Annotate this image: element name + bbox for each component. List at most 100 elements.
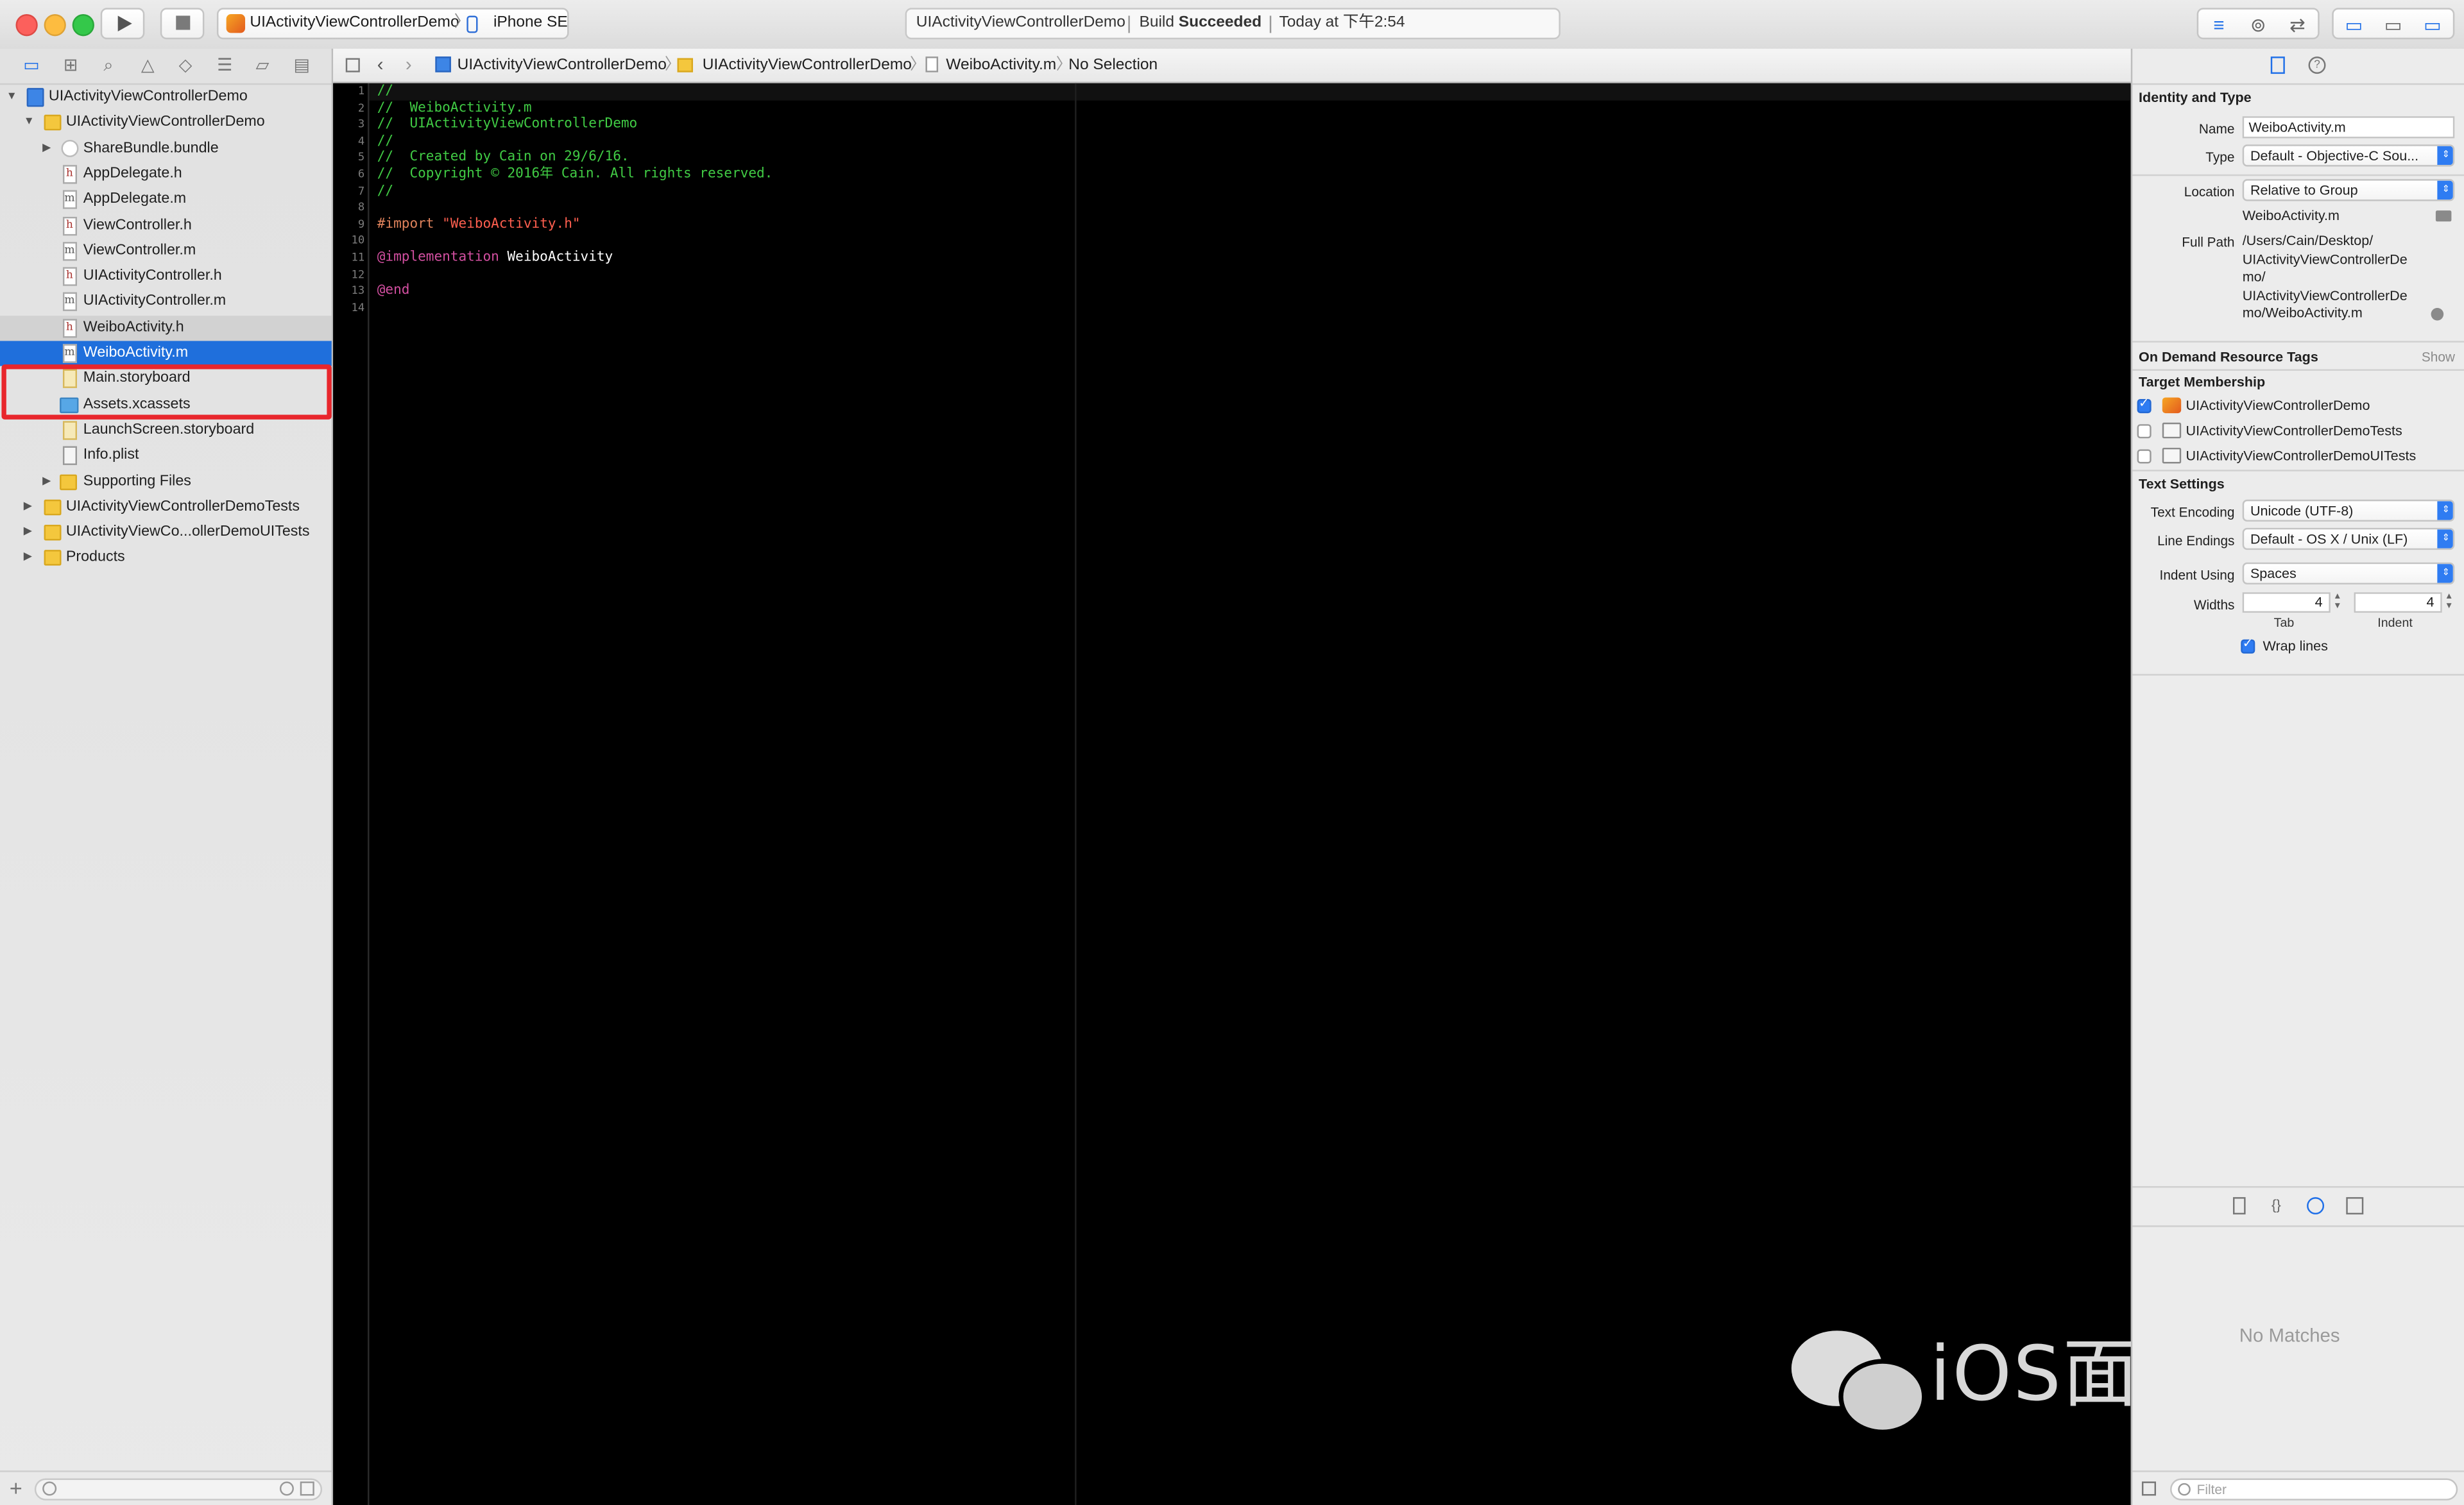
tree-row-project[interactable]: ▼ UIActivityViewControllerDemo <box>0 85 332 110</box>
utilities-toggle-icon[interactable]: ▭ <box>2414 14 2452 36</box>
object-library-icon[interactable] <box>2307 1197 2325 1215</box>
file-inspector-icon[interactable] <box>2270 56 2285 74</box>
location-popup[interactable]: Relative to Group ⇕ <box>2242 179 2455 201</box>
test-navigator-icon[interactable]: ◇ <box>173 55 198 77</box>
code-line-7[interactable]: // <box>377 183 393 200</box>
tab-width-stepper[interactable]: ▲ ▼ <box>2332 592 2343 613</box>
line-number: 4 <box>357 135 365 148</box>
grid-view-icon[interactable] <box>2141 1481 2157 1496</box>
test-target-icon <box>2162 422 2182 439</box>
code-line-11[interactable]: @implementation WeiboActivity <box>377 250 613 266</box>
tree-row-label: UIActivityController.h <box>83 267 222 285</box>
tree-row-viewcontroller-h[interactable]: ViewController.h <box>0 213 332 238</box>
version-editor-icon[interactable]: ⇄ <box>2279 14 2316 36</box>
reveal-in-finder-icon[interactable] <box>2431 308 2444 321</box>
section-divider <box>2132 674 2464 676</box>
tree-row-uiactivitycontroller-m[interactable]: UIActivityController.m <box>0 290 332 315</box>
indent-width-field[interactable]: 4 <box>2354 592 2442 613</box>
disclosure-closed-icon[interactable]: ▶ <box>42 136 58 161</box>
breadcrumb-symbol[interactable]: No Selection <box>1068 49 1158 81</box>
debug-navigator-icon[interactable]: ☰ <box>212 55 237 77</box>
tree-row-supporting-files[interactable]: ▶ Supporting Files <box>0 469 332 494</box>
folder-navigator-icon[interactable]: ▭ <box>19 55 44 77</box>
assistant-editor-icon[interactable]: ⊚ <box>2239 14 2277 36</box>
debug-area-toggle-icon[interactable]: ▭ <box>2374 14 2412 36</box>
target-checkbox[interactable] <box>2137 396 2152 414</box>
code-line-6[interactable]: // Copyright © 2016年 Cain. All rights re… <box>377 167 773 183</box>
add-file-icon[interactable]: + <box>10 1475 22 1501</box>
minimize-window-button[interactable] <box>44 14 66 37</box>
activity-divider <box>1128 15 1130 33</box>
file-template-library-icon[interactable] <box>2233 1197 2246 1215</box>
navigator-filter-input[interactable] <box>34 1478 323 1501</box>
code-snippet-library-icon[interactable]: {} <box>2268 1197 2285 1214</box>
tree-row-uiactivitycontroller-h[interactable]: UIActivityController.h <box>0 264 332 289</box>
code-line-5[interactable]: // Created by Cain on 29/6/16. <box>377 150 629 167</box>
breadcrumb-group[interactable]: UIActivityViewControllerDemo <box>703 49 912 81</box>
quick-help-icon[interactable]: ? <box>2308 56 2326 74</box>
target-checkbox[interactable] <box>2137 424 2152 439</box>
odr-show-link[interactable]: Show <box>2422 349 2455 364</box>
tree-row-weiboactivity-m[interactable]: WeiboActivity.m <box>0 341 332 366</box>
wrap-lines-label: Wrap lines <box>2263 638 2328 654</box>
filter-search-icon <box>42 1481 57 1496</box>
stop-button[interactable] <box>160 8 205 40</box>
indent-width-stepper[interactable]: ▲ ▼ <box>2443 592 2454 613</box>
text-encoding-popup[interactable]: Unicode (UTF-8) ⇕ <box>2242 499 2455 522</box>
scm-filter-icon[interactable] <box>300 1481 314 1496</box>
related-items-icon[interactable] <box>345 58 360 72</box>
run-button[interactable] <box>100 8 145 40</box>
tree-row-viewcontroller-m[interactable]: ViewController.m <box>0 239 332 264</box>
tab-width-field[interactable]: 4 <box>2242 592 2331 613</box>
forward-chevron-icon[interactable]: › <box>406 49 412 81</box>
tree-row-products[interactable]: ▶ Products <box>0 546 332 571</box>
navigator-toggle-icon[interactable]: ▭ <box>2335 14 2373 36</box>
back-chevron-icon[interactable]: ‹ <box>377 49 384 81</box>
library-filter-input[interactable]: Filter <box>2170 1478 2458 1501</box>
tree-row-sharebundle[interactable]: ▶ ShareBundle.bundle <box>0 136 332 161</box>
disclosure-closed-icon[interactable]: ▶ <box>24 495 39 520</box>
source-editor[interactable]: 1 2 3 4 5 6 7 8 9 10 11 12 13 14 // // W… <box>333 83 2369 1505</box>
code-line-9[interactable]: #import "WeiboActivity.h" <box>377 216 581 233</box>
disclosure-open-icon[interactable]: ▼ <box>6 85 22 110</box>
tree-row-uitests[interactable]: ▶ UIActivityViewCo...ollerDemoUITests <box>0 520 332 545</box>
disclosure-closed-icon[interactable]: ▶ <box>24 520 39 545</box>
build-status-value: Succeeded <box>1178 14 1262 31</box>
close-window-button[interactable] <box>15 14 38 37</box>
tree-row-info-plist[interactable]: Info.plist <box>0 443 332 468</box>
code-line-4[interactable]: // <box>377 133 393 150</box>
code-line-2[interactable]: // WeiboActivity.m <box>377 100 532 117</box>
media-library-icon[interactable] <box>2346 1197 2364 1215</box>
breadcrumb-file[interactable]: WeiboActivity.m <box>946 49 1056 81</box>
tree-row-appdelegate-m[interactable]: AppDelegate.m <box>0 187 332 212</box>
report-navigator-icon[interactable]: ▤ <box>289 55 314 77</box>
type-popup[interactable]: Default - Objective-C Sou... ⇕ <box>2242 144 2455 167</box>
symbol-navigator-icon[interactable]: ⊞ <box>58 55 83 77</box>
tree-row-weiboactivity-h[interactable]: WeiboActivity.h <box>0 315 332 341</box>
wrap-lines-checkbox[interactable] <box>2241 636 2255 654</box>
tree-row-appdelegate-h[interactable]: AppDelegate.h <box>0 162 332 187</box>
code-line-13[interactable]: @end <box>377 283 410 300</box>
tree-row-launchscreen[interactable]: LaunchScreen.storyboard <box>0 418 332 443</box>
scheme-selector[interactable]: UIActivityViewControllerDemo 〉 iPhone SE <box>216 8 569 40</box>
breadcrumb-project[interactable]: UIActivityViewControllerDemo <box>458 49 667 81</box>
issue-navigator-icon[interactable]: △ <box>135 55 160 77</box>
disclosure-closed-icon[interactable]: ▶ <box>42 469 58 494</box>
disclosure-closed-icon[interactable]: ▶ <box>24 546 39 571</box>
code-line-3[interactable]: // UIActivityViewControllerDemo <box>377 117 637 133</box>
text-settings-header: Text Settings <box>2139 476 2225 492</box>
standard-editor-icon[interactable]: ≡ <box>2200 14 2238 36</box>
disclosure-open-icon[interactable]: ▼ <box>24 110 39 135</box>
search-navigator-icon[interactable]: ⌕ <box>96 55 121 77</box>
breakpoint-navigator-icon[interactable]: ▱ <box>250 55 275 77</box>
recent-files-icon[interactable] <box>279 1481 294 1496</box>
name-field[interactable]: WeiboActivity.m <box>2242 116 2455 139</box>
choose-location-folder-icon[interactable] <box>2435 210 2452 222</box>
target-checkbox[interactable] <box>2137 449 2152 464</box>
tree-row-group[interactable]: ▼ UIActivityViewControllerDemo <box>0 110 332 135</box>
indent-using-popup[interactable]: Spaces ⇕ <box>2242 562 2455 585</box>
zoom-window-button[interactable] <box>72 14 94 37</box>
code-line-1[interactable]: // <box>377 83 393 100</box>
line-endings-popup[interactable]: Default - OS X / Unix (LF) ⇕ <box>2242 527 2455 550</box>
tree-row-tests[interactable]: ▶ UIActivityViewControllerDemoTests <box>0 495 332 520</box>
